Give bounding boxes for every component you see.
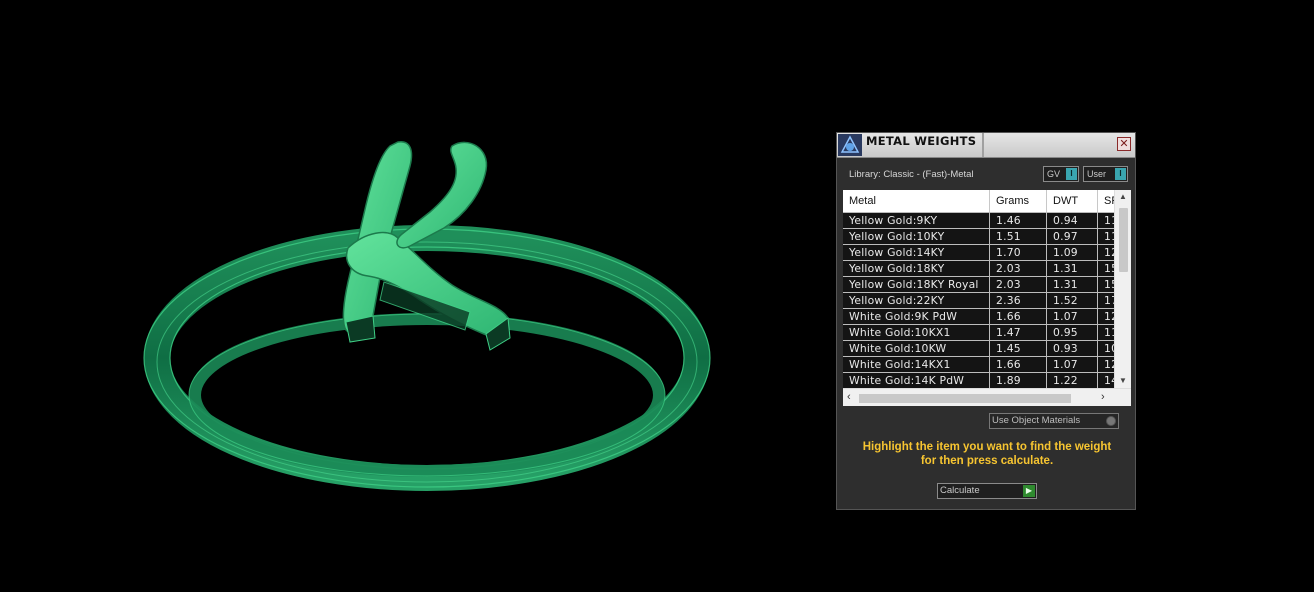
table-row[interactable]: White Gold:10KW1.450.9310 (843, 341, 1114, 357)
cell-metal: Yellow Gold:22KY (843, 293, 990, 308)
cell-metal: White Gold:10KW (843, 341, 990, 356)
cell-metal: White Gold:9K PdW (843, 309, 990, 324)
cell-grams: 1.89 (990, 373, 1047, 388)
cell-dwt: 1.31 (1047, 261, 1098, 276)
play-icon: ▶ (1023, 485, 1035, 497)
cell-sp: 14 (1098, 373, 1114, 388)
vertical-scroll-thumb[interactable] (1119, 208, 1128, 272)
table-row[interactable]: Yellow Gold:18KY2.031.3115 (843, 261, 1114, 277)
calculate-button[interactable]: Calculate ▶ (937, 483, 1037, 499)
ring-model[interactable] (0, 0, 820, 592)
table-row[interactable]: White Gold:10KX11.470.9511 (843, 325, 1114, 341)
use-object-materials-toggle[interactable]: Use Object Materials (989, 413, 1119, 429)
cell-sp: 15 (1098, 277, 1114, 292)
help-text-line2: for then press calculate. (920, 454, 1054, 467)
cell-metal: Yellow Gold:10KY (843, 229, 990, 244)
cell-sp: 11 (1098, 325, 1114, 340)
vertical-scrollbar[interactable]: ▲ ▼ (1114, 190, 1131, 388)
title-divider (982, 133, 984, 157)
cell-grams: 2.03 (990, 277, 1047, 292)
cell-grams: 1.51 (990, 229, 1047, 244)
cell-grams: 2.03 (990, 261, 1047, 276)
cell-metal: White Gold:14KX1 (843, 357, 990, 372)
table-row[interactable]: White Gold:14K PdW1.891.2214 (843, 373, 1114, 388)
cell-metal: White Gold:14K PdW (843, 373, 990, 388)
column-header-dwt[interactable]: DWT (1047, 190, 1098, 212)
help-text-line1: Highlight the item you want to find the … (862, 441, 1112, 453)
table-row[interactable]: Yellow Gold:9KY1.460.9411 (843, 213, 1114, 229)
cell-sp: 10 (1098, 341, 1114, 356)
cell-metal: Yellow Gold:14KY (843, 245, 990, 260)
cell-sp: 12 (1098, 245, 1114, 260)
gv-toggle[interactable]: GV I (1043, 166, 1079, 182)
cell-sp: 17 (1098, 293, 1114, 308)
cell-dwt: 1.22 (1047, 373, 1098, 388)
panel-title: METAL WEIGHTS (866, 134, 977, 148)
table-header: Metal Grams DWT SP (843, 190, 1114, 213)
gv-toggle-knob-icon: I (1066, 168, 1077, 180)
metal-table-grid: Metal Grams DWT SP Yellow Gold:9KY1.460.… (843, 190, 1114, 388)
cell-sp: 15 (1098, 261, 1114, 276)
cell-dwt: 1.09 (1047, 245, 1098, 260)
library-label: Library: Classic - (Fast)-Metal (849, 169, 974, 180)
cell-sp: 11 (1098, 213, 1114, 228)
table-row[interactable]: Yellow Gold:10KY1.510.9711 (843, 229, 1114, 245)
user-toggle-knob-icon: I (1115, 168, 1126, 180)
cell-grams: 1.45 (990, 341, 1047, 356)
cell-dwt: 0.97 (1047, 229, 1098, 244)
cell-grams: 1.70 (990, 245, 1047, 260)
column-header-grams[interactable]: Grams (990, 190, 1047, 212)
table-row[interactable]: White Gold:14KX11.661.0712 (843, 357, 1114, 373)
cell-grams: 1.46 (990, 213, 1047, 228)
cell-dwt: 0.93 (1047, 341, 1098, 356)
cell-sp: 12 (1098, 357, 1114, 372)
cell-metal: Yellow Gold:18KY Royal (843, 277, 990, 292)
cell-grams: 1.66 (990, 357, 1047, 372)
metal-weights-panel: METAL WEIGHTS ✕ Library: Classic - (Fast… (836, 132, 1136, 510)
cell-metal: White Gold:10KX1 (843, 325, 990, 340)
3d-viewport[interactable] (0, 0, 820, 592)
column-header-sp[interactable]: SP (1098, 190, 1114, 212)
horizontal-scroll-thumb[interactable] (859, 394, 1071, 403)
table-row[interactable]: White Gold:9K PdW1.661.0712 (843, 309, 1114, 325)
cell-dwt: 0.94 (1047, 213, 1098, 228)
cell-dwt: 1.07 (1047, 357, 1098, 372)
scroll-down-icon[interactable]: ▼ (1119, 376, 1127, 385)
scroll-up-icon[interactable]: ▲ (1119, 192, 1127, 201)
calculate-label: Calculate (940, 485, 980, 496)
column-header-metal[interactable]: Metal (843, 190, 990, 212)
panel-titlebar[interactable]: METAL WEIGHTS ✕ (837, 133, 1135, 158)
cell-grams: 2.36 (990, 293, 1047, 308)
radio-icon (1106, 416, 1116, 426)
cell-sp: 12 (1098, 309, 1114, 324)
scroll-right-icon[interactable]: › (1101, 391, 1105, 403)
cell-grams: 1.66 (990, 309, 1047, 324)
cell-dwt: 1.07 (1047, 309, 1098, 324)
use-object-materials-label: Use Object Materials (992, 415, 1081, 426)
gv-toggle-label: GV (1047, 169, 1061, 179)
table-row[interactable]: Yellow Gold:18KY Royal2.031.3115 (843, 277, 1114, 293)
scroll-left-icon[interactable]: ‹ (847, 391, 851, 403)
app-logo-icon (838, 134, 862, 156)
help-text: Highlight the item you want to find the … (847, 441, 1127, 468)
cell-grams: 1.47 (990, 325, 1047, 340)
cell-dwt: 1.31 (1047, 277, 1098, 292)
close-button[interactable]: ✕ (1117, 137, 1131, 151)
cell-dwt: 0.95 (1047, 325, 1098, 340)
user-toggle[interactable]: User I (1083, 166, 1128, 182)
table-row[interactable]: Yellow Gold:14KY1.701.0912 (843, 245, 1114, 261)
cell-metal: Yellow Gold:9KY (843, 213, 990, 228)
user-toggle-label: User (1087, 169, 1107, 179)
cell-dwt: 1.52 (1047, 293, 1098, 308)
metal-table: Metal Grams DWT SP Yellow Gold:9KY1.460.… (843, 190, 1131, 406)
table-row[interactable]: Yellow Gold:22KY2.361.5217 (843, 293, 1114, 309)
horizontal-scrollbar[interactable]: ‹ › (843, 388, 1131, 406)
cell-metal: Yellow Gold:18KY (843, 261, 990, 276)
cell-sp: 11 (1098, 229, 1114, 244)
